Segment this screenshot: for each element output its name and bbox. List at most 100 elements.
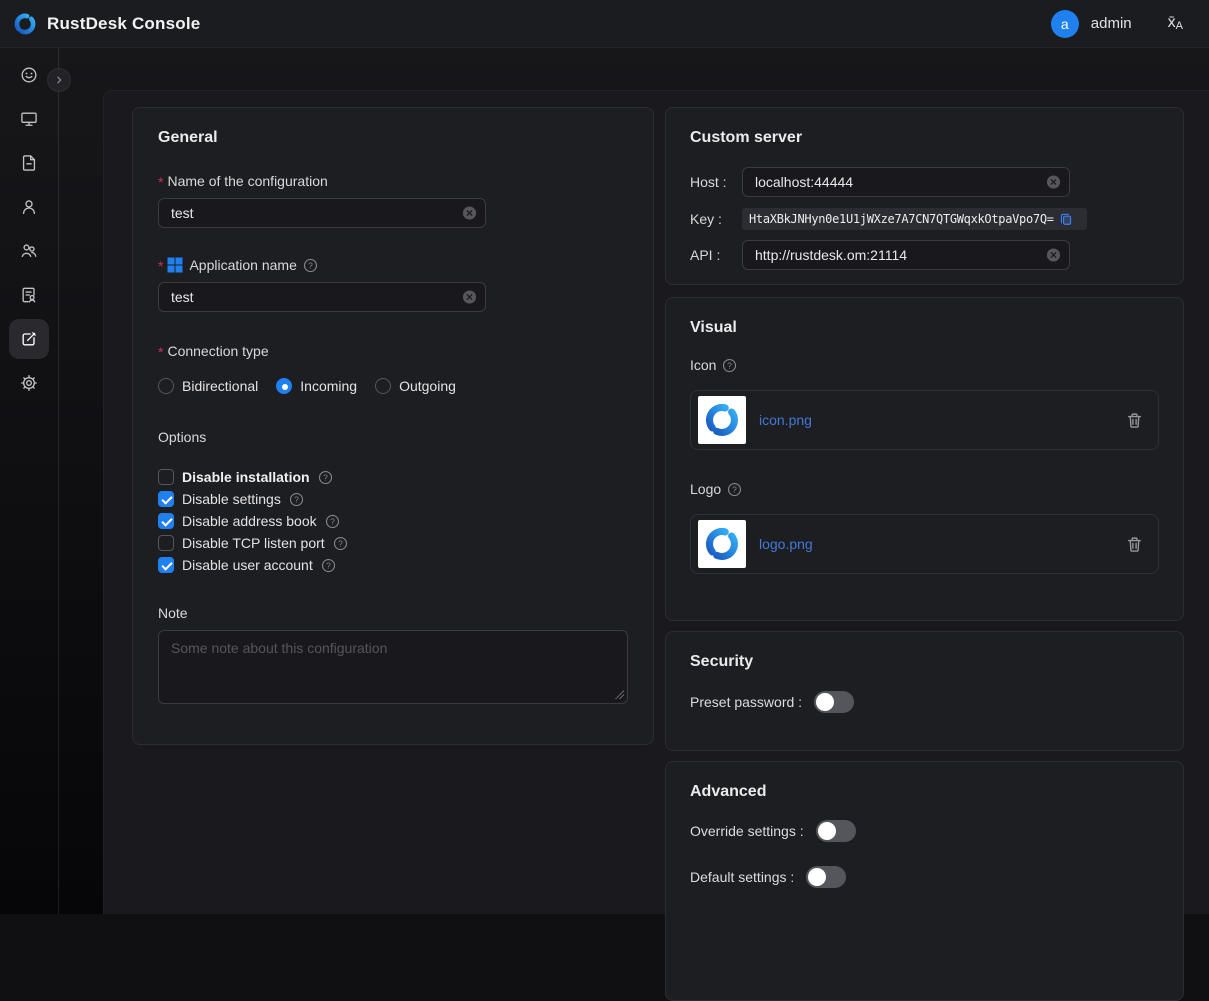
radio-label: Bidirectional <box>182 378 258 394</box>
api-input[interactable] <box>742 240 1070 270</box>
default-settings-toggle[interactable] <box>806 866 846 888</box>
option-disable-installation[interactable]: Disable installation ? <box>158 466 629 488</box>
checkbox[interactable] <box>158 535 174 551</box>
override-settings-toggle[interactable] <box>816 820 856 842</box>
custom-server-card-title: Custom server <box>690 128 1159 148</box>
icon-file-link[interactable]: icon.png <box>759 412 812 428</box>
security-card-title: Security <box>690 652 1159 672</box>
radio-circle[interactable] <box>158 378 174 394</box>
clear-input-icon[interactable] <box>1046 175 1061 190</box>
help-icon[interactable]: ? <box>321 558 336 573</box>
key-row: Key : HtaXBkJNHyn0e1U1jWXze7A7CN7QTGWqxk… <box>690 208 1159 230</box>
settings-gear-icon <box>19 373 39 393</box>
svg-text:?: ? <box>338 538 343 548</box>
help-icon[interactable]: ? <box>318 470 333 485</box>
note-textarea[interactable] <box>158 630 628 704</box>
host-label: Host : <box>690 174 742 190</box>
help-icon[interactable]: ? <box>333 536 348 551</box>
radio-circle[interactable] <box>276 378 292 394</box>
name-input[interactable] <box>158 198 486 228</box>
rustdesk-logo-icon <box>702 400 742 440</box>
icon-preview-image <box>698 396 746 444</box>
sidebar-item-devices[interactable] <box>9 99 49 139</box>
radio-label: Incoming <box>300 378 357 394</box>
sidebar-item-groups[interactable] <box>9 231 49 271</box>
help-icon[interactable]: ? <box>722 358 737 373</box>
document-icon <box>19 153 39 173</box>
delete-icon[interactable] <box>1126 536 1143 553</box>
option-disable-tcp-listen-port[interactable]: Disable TCP listen port ? <box>158 532 629 554</box>
user-icon <box>19 197 39 217</box>
clear-input-icon[interactable] <box>462 290 477 305</box>
visual-card-title: Visual <box>690 318 1159 338</box>
override-settings-label: Override settings : <box>690 823 804 839</box>
logo-upload-row: logo.png <box>690 514 1159 574</box>
application-name-input[interactable] <box>158 282 486 312</box>
default-settings-label: Default settings : <box>690 869 794 885</box>
radio-circle[interactable] <box>375 378 391 394</box>
preset-password-toggle[interactable] <box>814 691 854 713</box>
main-panel: General Name of the configuration <box>103 90 1209 914</box>
app-title: RustDesk Console <box>47 14 200 34</box>
api-row: API : <box>690 240 1159 270</box>
sidebar-item-documents[interactable] <box>9 143 49 183</box>
checkbox[interactable] <box>158 557 174 573</box>
help-icon[interactable]: ? <box>325 514 340 529</box>
sidebar-item-audit[interactable] <box>9 275 49 315</box>
options-checkbox-list: Disable installation ? Disable settings … <box>158 466 629 576</box>
checkbox[interactable] <box>158 469 174 485</box>
preset-password-row: Preset password : <box>690 691 1159 713</box>
checkbox[interactable] <box>158 491 174 507</box>
general-card-title: General <box>158 128 629 148</box>
sidebar-expand-button[interactable] <box>47 68 71 92</box>
clear-input-icon[interactable] <box>1046 248 1061 263</box>
key-value-box: HtaXBkJNHyn0e1U1jWXze7A7CN7QTGWqxkOtpaVp… <box>742 208 1087 230</box>
help-icon[interactable]: ? <box>303 258 318 273</box>
help-icon[interactable]: ? <box>289 492 304 507</box>
checkbox[interactable] <box>158 513 174 529</box>
sidebar-item-dashboard[interactable] <box>9 55 49 95</box>
devices-monitor-icon <box>19 109 39 129</box>
avatar-initial: a <box>1061 16 1069 32</box>
logo-preview-image <box>698 520 746 568</box>
header-right: a admin x̄A <box>1051 10 1183 38</box>
checkbox-label: Disable user account <box>182 557 313 573</box>
help-icon[interactable]: ? <box>727 482 742 497</box>
key-value: HtaXBkJNHyn0e1U1jWXze7A7CN7QTGWqxkOtpaVp… <box>749 212 1054 226</box>
option-disable-settings[interactable]: Disable settings ? <box>158 488 629 510</box>
rustdesk-logo-icon <box>12 11 38 37</box>
translate-language-icon[interactable]: x̄A <box>1168 15 1183 32</box>
svg-text:?: ? <box>326 560 331 570</box>
key-label: Key : <box>690 211 742 227</box>
host-row: Host : <box>690 167 1159 197</box>
copy-icon[interactable] <box>1059 212 1073 226</box>
edit-config-icon <box>19 329 39 349</box>
user-avatar[interactable]: a <box>1051 10 1079 38</box>
options-label: Options <box>158 428 629 446</box>
audit-log-icon <box>19 285 39 305</box>
sidebar-item-settings[interactable] <box>9 363 49 403</box>
sidebar-item-users[interactable] <box>9 187 49 227</box>
rustdesk-logo-icon <box>702 524 742 564</box>
icon-upload-row: icon.png <box>690 390 1159 450</box>
radio-option-bidirectional[interactable]: Bidirectional <box>158 378 258 394</box>
option-disable-address-book[interactable]: Disable address book ? <box>158 510 629 532</box>
delete-icon[interactable] <box>1126 412 1143 429</box>
clear-input-icon[interactable] <box>462 206 477 221</box>
checkbox-label: Disable TCP listen port <box>182 535 325 551</box>
username[interactable]: admin <box>1091 15 1132 32</box>
connection-type-radio-group: Bidirectional Incoming Outgoing <box>158 376 629 396</box>
user-group-icon <box>19 241 39 261</box>
host-input[interactable] <box>742 167 1070 197</box>
option-disable-user-account[interactable]: Disable user account ? <box>158 554 629 576</box>
logo-label: Logo <box>690 481 721 497</box>
windows-icon <box>167 257 183 273</box>
radio-option-incoming[interactable]: Incoming <box>276 378 357 394</box>
sidebar-item-config-editor[interactable] <box>9 319 49 359</box>
icon-label-row: Icon ? <box>690 356 1159 374</box>
radio-label: Outgoing <box>399 378 456 394</box>
radio-option-outgoing[interactable]: Outgoing <box>375 378 456 394</box>
smiley-dashboard-icon <box>19 65 39 85</box>
svg-text:?: ? <box>728 360 733 370</box>
logo-file-link[interactable]: logo.png <box>759 536 813 552</box>
